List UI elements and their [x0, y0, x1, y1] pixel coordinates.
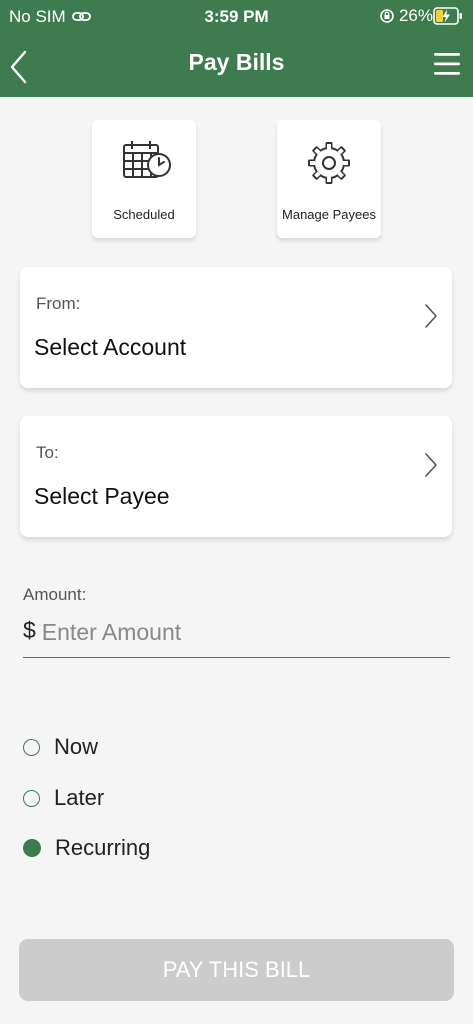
app-header: No SIM 3:59 PM 26% Pay Bills — [0, 0, 473, 97]
amount-label: Amount: — [23, 585, 87, 604]
chevron-left-icon — [10, 50, 27, 84]
radio-now-indicator — [23, 738, 40, 756]
scheduled-label: Scheduled — [113, 207, 175, 222]
radio-now-label: Now — [54, 734, 99, 759]
from-label: From: — [36, 294, 81, 313]
from-value: Select Account — [34, 334, 187, 360]
to-label: To: — [36, 443, 59, 462]
manage-payees-label: Manage Payees — [282, 207, 376, 222]
radio-recurring-indicator — [23, 839, 41, 857]
status-bar: No SIM 3:59 PM 26% — [0, 0, 473, 33]
radio-later[interactable]: Later — [23, 783, 104, 813]
amount-field: $ — [23, 617, 450, 658]
to-value: Select Payee — [34, 483, 170, 509]
radio-recurring[interactable]: Recurring — [23, 833, 150, 863]
menu-button[interactable] — [431, 49, 463, 79]
chevron-right-icon — [425, 304, 437, 328]
radio-recurring-label: Recurring — [55, 835, 151, 860]
radio-now[interactable]: Now — [23, 732, 98, 762]
pay-this-bill-button[interactable]: PAY THIS BILL — [19, 939, 454, 1001]
scheduled-tile[interactable]: Scheduled — [92, 120, 196, 238]
radio-later-indicator — [23, 789, 40, 807]
to-payee-selector[interactable]: To: Select Payee — [20, 416, 452, 537]
battery-charging-icon — [433, 7, 462, 25]
radio-later-label: Later — [54, 785, 105, 810]
amount-input[interactable] — [41, 617, 422, 647]
gear-icon — [277, 138, 381, 188]
from-account-selector[interactable]: From: Select Account — [20, 267, 452, 388]
battery-percent: 26% — [398, 6, 433, 25]
status-right: 26% — [379, 6, 463, 26]
back-button[interactable] — [6, 49, 34, 85]
nav-bar: Pay Bills — [0, 33, 473, 97]
calendar-clock-icon — [92, 138, 196, 188]
page-title: Pay Bills — [188, 49, 285, 75]
hamburger-menu-icon — [434, 53, 460, 75]
chevron-right-icon — [425, 453, 437, 477]
orientation-lock-icon — [380, 9, 394, 23]
manage-payees-tile[interactable]: Manage Payees — [277, 120, 381, 238]
currency-symbol: $ — [23, 617, 36, 643]
